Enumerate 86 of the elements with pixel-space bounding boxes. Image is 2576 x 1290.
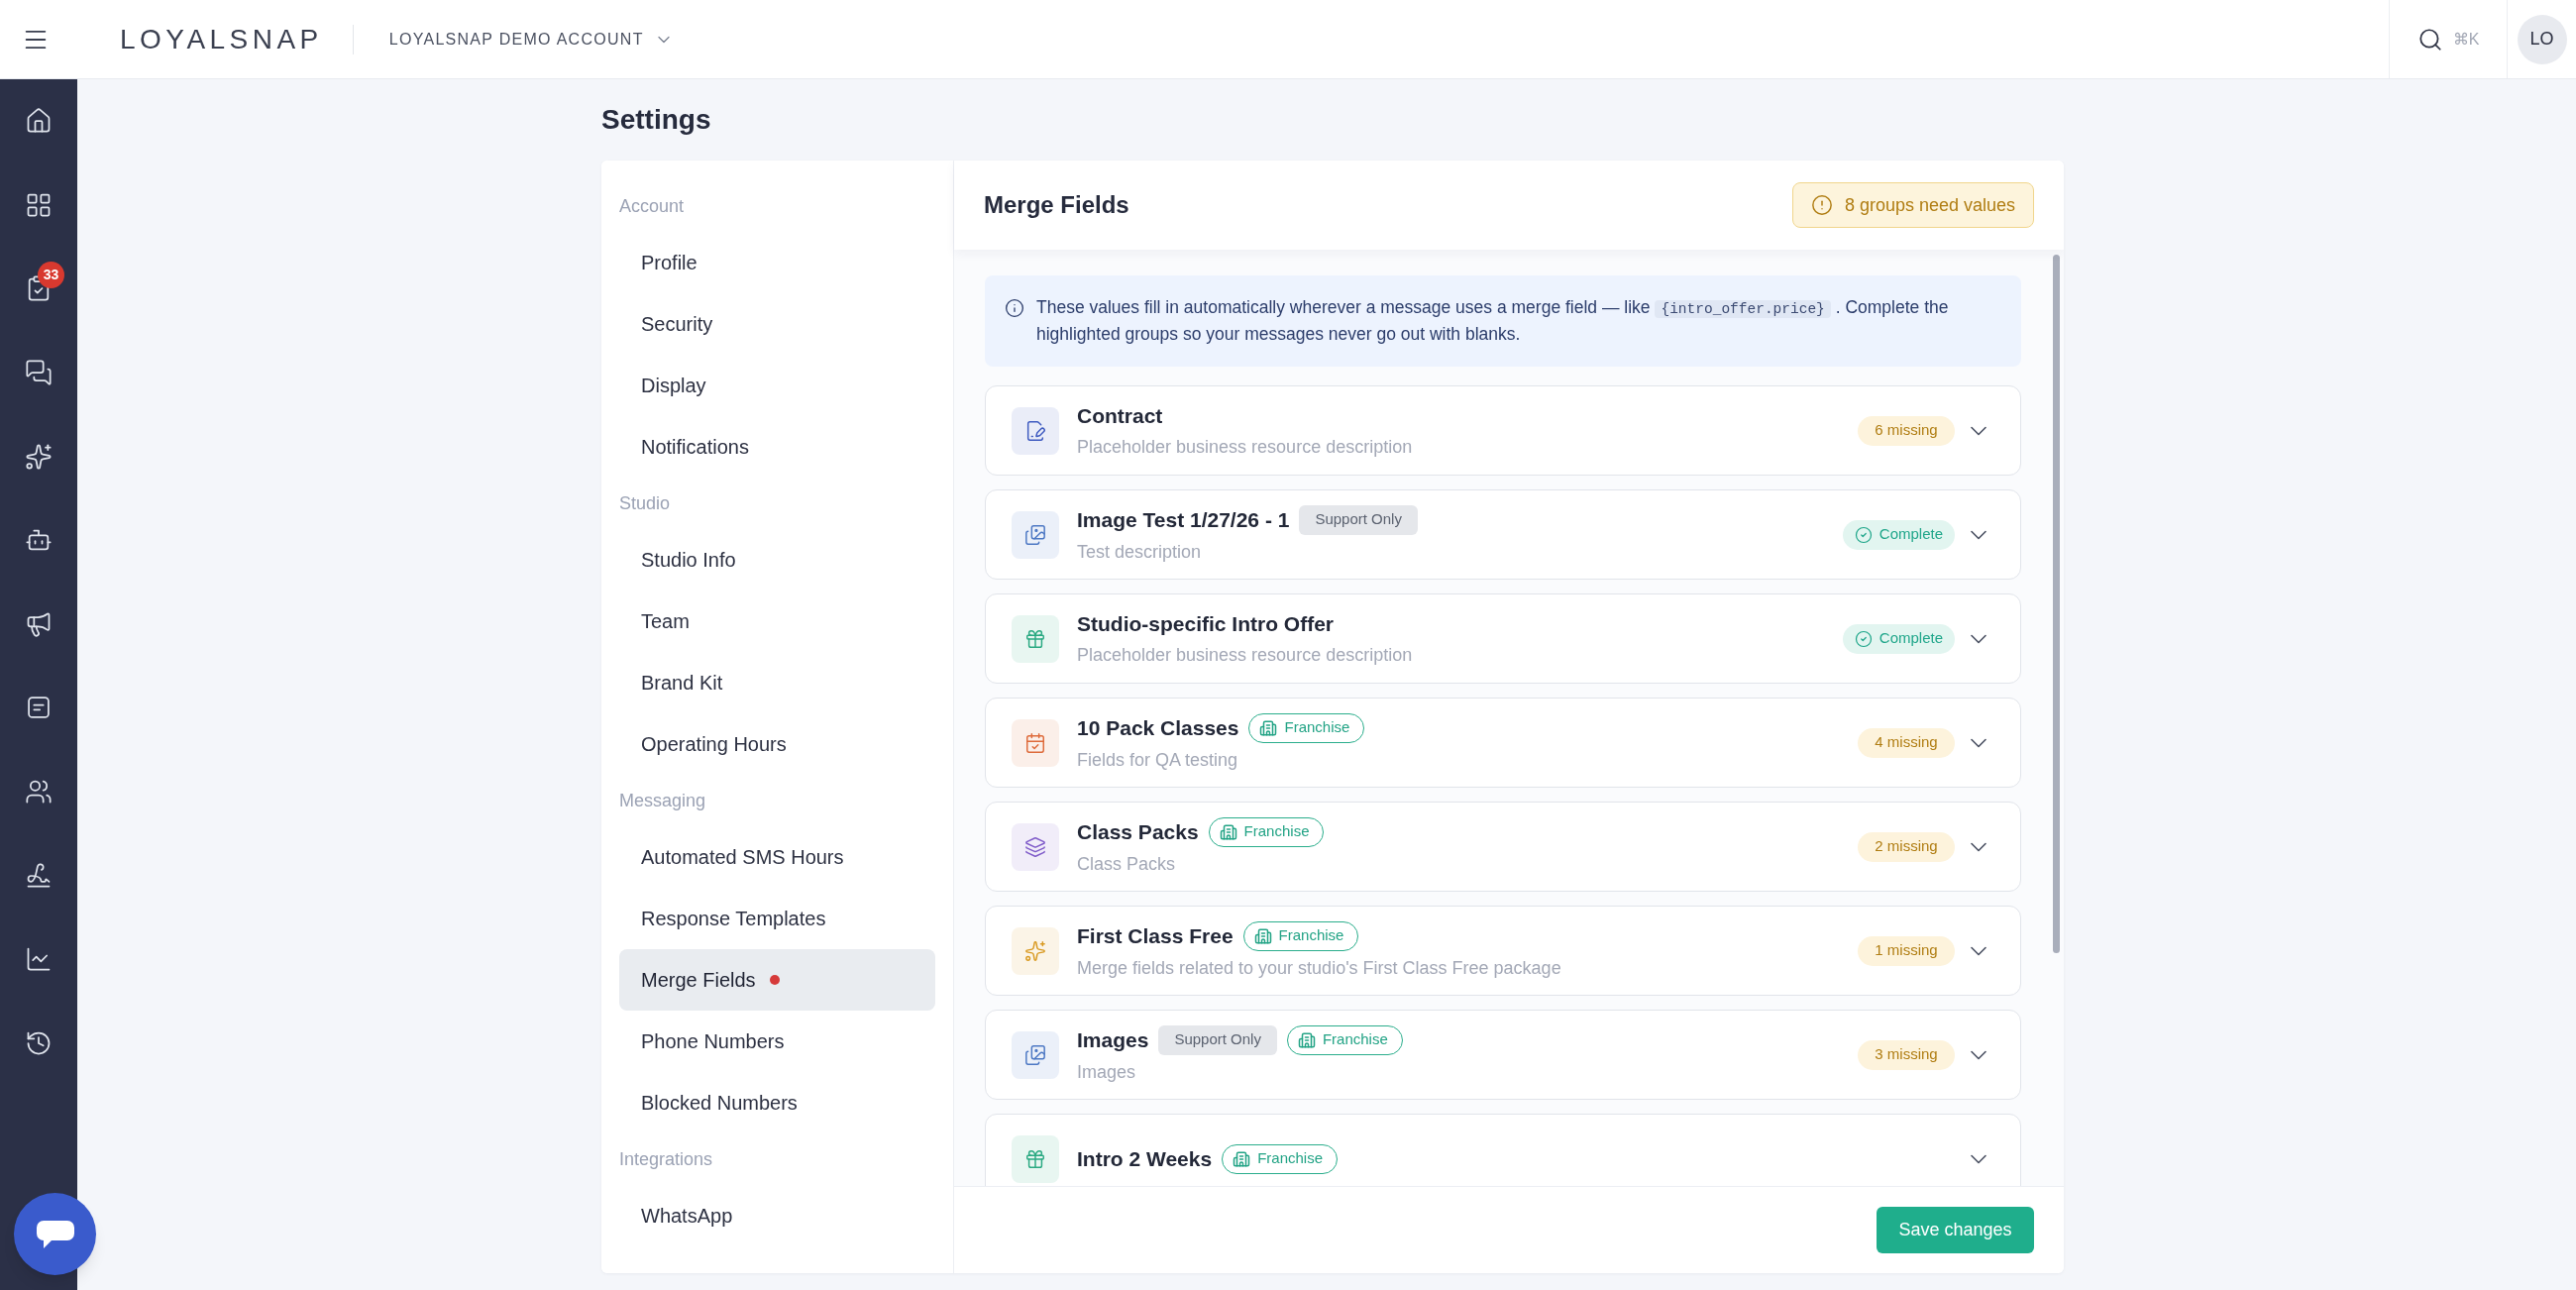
merge-field-group-row[interactable]: Studio-specific Intro Offer Placeholder business resource description Complete <box>985 593 2021 684</box>
settings-nav-item[interactable]: Team <box>619 591 935 652</box>
group-description: Test description <box>1077 540 1203 564</box>
group-title: Image Test 1/27/26 - 1 <box>1077 506 1290 533</box>
settings-nav-item[interactable]: Display <box>619 355 935 416</box>
info-icon <box>1005 298 1024 318</box>
settings-nav-item[interactable]: Profile <box>619 232 935 293</box>
scrollbar-thumb[interactable] <box>2053 255 2060 953</box>
nav-section-heading: Integrations <box>619 1147 713 1171</box>
group-description: Fields for QA testing <box>1077 748 1239 772</box>
merge-field-group-row[interactable]: First Class Free Franchise Merge fields related to your studio's First Class Free package 1 missing <box>985 906 2021 996</box>
missing-count-pill: 2 missing <box>1858 831 1955 862</box>
building-icon <box>1297 1030 1316 1049</box>
merge-field-group-row[interactable]: Intro 2 Weeks Franchise <box>985 1114 2021 1186</box>
building-icon <box>1219 822 1237 841</box>
franchise-label: Franchise <box>1284 717 1350 738</box>
merge-field-group-row[interactable]: Images Support Only Franchise Images 3 missing <box>985 1010 2021 1100</box>
group-title: Images <box>1077 1026 1149 1053</box>
group-description: Placeholder business resource description <box>1077 643 1413 667</box>
group-title: 10 Pack Classes <box>1077 714 1239 741</box>
franchise-label: Franchise <box>1322 1029 1388 1050</box>
settings-nav-item[interactable]: Studio Info <box>619 529 935 591</box>
status-label: Complete <box>1878 628 1943 649</box>
missing-count-pill: 3 missing <box>1858 1039 1955 1070</box>
gift-icon <box>1012 1134 1059 1183</box>
nav-section-heading: Account <box>619 194 685 218</box>
settings-nav-item[interactable]: Response Templates <box>619 888 935 949</box>
images-icon <box>1012 1030 1059 1079</box>
document-pen-icon <box>1012 406 1059 455</box>
group-title: Contract <box>1077 402 1163 429</box>
missing-count-pill: 1 missing <box>1858 935 1955 966</box>
info-text: These values fill in automatically wherever a message uses a merge field — like {intro_offer.price} . Complete the highlighted groups so your messages never go out with blanks. <box>1036 296 1950 346</box>
calendar-check-icon <box>1012 718 1059 767</box>
settings-nav-item[interactable]: WhatsApp <box>619 1185 935 1246</box>
missing-count-pill: 6 missing <box>1858 415 1955 446</box>
chat-bubbles-icon[interactable] <box>25 359 53 387</box>
settings-nav-item[interactable]: Notifications <box>619 416 935 478</box>
search-icon <box>2416 26 2443 53</box>
merge-field-group-row[interactable]: 10 Pack Classes Franchise Fields for QA testing 4 missing <box>985 698 2021 788</box>
franchise-label: Franchise <box>1257 1148 1324 1169</box>
nav-section-heading: Studio <box>619 491 671 515</box>
nav-section-heading: Messaging <box>619 789 706 812</box>
building-icon <box>1259 718 1278 737</box>
speech-bubble-icon <box>35 1218 75 1250</box>
alert-icon <box>1810 194 1833 216</box>
group-description: Class Packs <box>1077 852 1177 876</box>
merge-field-group-row[interactable]: Contract Placeholder business resource description 6 missing <box>985 385 2021 476</box>
notification-badge: 33 <box>38 262 64 289</box>
settings-nav-item[interactable]: Blocked Numbers <box>619 1072 935 1133</box>
settings-nav-item[interactable]: Brand Kit <box>619 652 935 713</box>
alert-text: 8 groups need values <box>1844 193 2015 217</box>
group-description: Images <box>1077 1060 1137 1084</box>
gift-icon <box>1012 614 1059 663</box>
group-title: First Class Free <box>1077 922 1234 949</box>
support-only-tag: Support Only <box>1158 1024 1277 1055</box>
settings-nav-item[interactable]: Operating Hours <box>619 713 935 775</box>
missing-count-pill: 4 missing <box>1858 727 1955 758</box>
check-circle-icon <box>1854 629 1873 648</box>
avatar[interactable]: LO <box>2517 14 2567 64</box>
check-circle-icon <box>1854 525 1873 544</box>
franchise-label: Franchise <box>1278 925 1344 946</box>
group-title: Studio-specific Intro Offer <box>1077 610 1334 637</box>
sparkles-icon <box>1012 926 1059 975</box>
group-title: Intro 2 Weeks <box>1077 1145 1213 1172</box>
status-label: Complete <box>1878 524 1943 545</box>
group-description: Placeholder business resource description <box>1077 435 1413 459</box>
building-icon <box>1233 1149 1251 1168</box>
group-description: Merge fields related to your studio's First Class Free package <box>1077 956 1561 980</box>
settings-nav-item[interactable]: Merge Fields <box>619 949 935 1011</box>
layers-icon <box>1012 822 1059 871</box>
merge-field-group-row[interactable]: Image Test 1/27/26 - 1 Support Only Test description Complete <box>985 489 2021 580</box>
settings-nav-item[interactable]: Automated SMS Hours <box>619 826 935 888</box>
images-icon <box>1012 510 1059 559</box>
sparkles-icon[interactable] <box>25 442 53 471</box>
signature-icon[interactable] <box>25 861 53 890</box>
settings-nav-item[interactable]: Security <box>619 293 935 355</box>
franchise-label: Franchise <box>1243 821 1310 842</box>
account-switcher[interactable]: LOYALSNAP DEMO ACCOUNT <box>388 27 674 52</box>
settings-nav-item[interactable]: Phone Numbers <box>619 1011 935 1072</box>
support-only-tag: Support Only <box>1299 504 1418 535</box>
merge-field-group-row[interactable]: Class Packs Franchise Class Packs 2 missing <box>985 802 2021 892</box>
building-icon <box>1253 926 1272 945</box>
page-title: Settings <box>601 103 711 137</box>
group-title: Class Packs <box>1077 818 1199 845</box>
panel-title: Merge Fields <box>984 190 1129 220</box>
logo-wordmark: LOYALSNAP <box>120 25 323 54</box>
